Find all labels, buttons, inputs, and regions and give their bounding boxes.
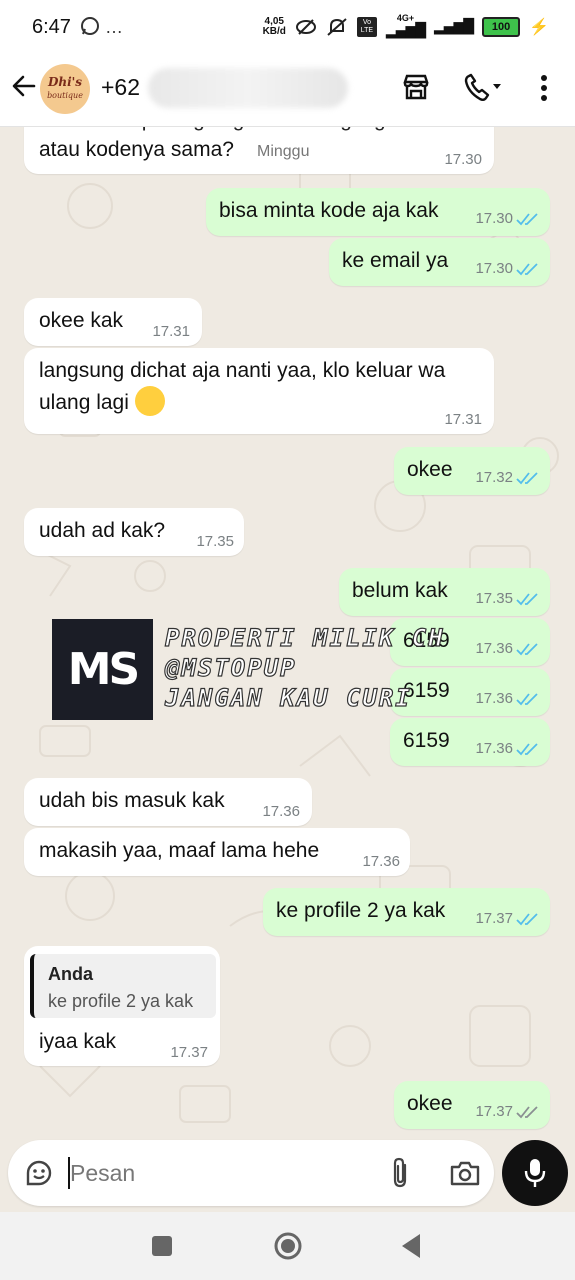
message-incoming[interactable]: udah ad kak? 17.35 bbox=[24, 508, 244, 556]
redacted-name bbox=[148, 68, 348, 108]
message-time: 17.31 bbox=[152, 323, 190, 340]
message-time: 17.37 bbox=[475, 1103, 540, 1120]
message-outgoing[interactable]: ke email ya 17.30 bbox=[329, 238, 550, 286]
message-time: 17.37 bbox=[475, 910, 540, 927]
more-notifications: … bbox=[105, 17, 124, 37]
message-text: ulang lagi bbox=[39, 386, 165, 419]
message-incoming-reply[interactable]: Anda ke profile 2 ya kak iyaa kak 17.37 bbox=[24, 946, 220, 1066]
signal-icon-2: ▂▄▆█ bbox=[434, 18, 474, 35]
message-outgoing[interactable]: bisa minta kode aja kak 17.30 bbox=[206, 188, 550, 236]
shop-icon[interactable] bbox=[401, 72, 431, 102]
message-text: iyaa kak bbox=[39, 1030, 117, 1053]
recents-square-icon[interactable] bbox=[152, 1236, 172, 1256]
watermark-text: PROPERTI MILIK CH @MSTOPUP JANGAN KAU CU… bbox=[164, 623, 445, 712]
message-time: 17.30 bbox=[444, 151, 482, 168]
message-time: 17.30 bbox=[475, 210, 540, 227]
message-text: makasih yaa, maaf lama hehe bbox=[39, 839, 320, 862]
link-icon bbox=[295, 18, 316, 35]
charging-icon: ⚡ bbox=[529, 18, 549, 36]
read-ticks-icon bbox=[516, 213, 538, 226]
delivered-ticks-icon bbox=[516, 1106, 538, 1119]
message-time: 17.30 bbox=[475, 260, 540, 277]
message-text: ke email ya bbox=[342, 249, 449, 272]
message-time: 17.36 bbox=[362, 853, 400, 870]
signal-icon-1: ▂▄▆█ bbox=[385, 23, 426, 39]
message-text: udah ad kak? bbox=[39, 519, 166, 542]
message-text: udah bis masuk kak bbox=[39, 789, 225, 812]
message-composer: Pesan bbox=[8, 1140, 494, 1206]
message-time: 17.37 bbox=[170, 1044, 208, 1061]
message-time: 17.36 bbox=[475, 640, 540, 657]
message-outgoing[interactable]: belum kak 17.35 bbox=[339, 568, 550, 616]
sticker-icon[interactable] bbox=[24, 1158, 54, 1188]
back-arrow-icon[interactable] bbox=[10, 72, 38, 100]
message-text: langsung dichat aja nanti yaa, klo kelua… bbox=[39, 359, 446, 382]
read-ticks-icon bbox=[516, 693, 538, 706]
quoted-message[interactable]: Anda ke profile 2 ya kak bbox=[30, 954, 216, 1018]
message-time: 17.32 bbox=[475, 469, 540, 486]
message-incoming[interactable]: langsung dichat aja nanti yaa, klo kelua… bbox=[24, 348, 494, 434]
net-speed: 4,05 KB/d bbox=[262, 15, 286, 37]
message-incoming[interactable]: makasih yaa, maaf lama hehe 17.36 bbox=[24, 828, 410, 876]
message-time: 17.31 bbox=[444, 411, 482, 428]
message-outgoing[interactable]: ke profile 2 ya kak 17.37 bbox=[263, 888, 550, 936]
camera-icon[interactable] bbox=[449, 1159, 481, 1187]
message-outgoing[interactable]: 6159 17.36 bbox=[390, 718, 550, 766]
battery-icon: 100 bbox=[482, 16, 521, 37]
watermark-logo: MS bbox=[52, 619, 153, 720]
quoted-text: ke profile 2 ya kak bbox=[48, 991, 194, 1011]
status-time: 6:47 bbox=[32, 16, 71, 38]
message-text: belum kak bbox=[352, 579, 448, 602]
message-text: atau kodenya sama? bbox=[39, 138, 234, 161]
message-day-label: Minggu bbox=[257, 143, 310, 160]
read-ticks-icon bbox=[516, 913, 538, 926]
whatsapp-notification-icon bbox=[81, 17, 99, 35]
chat-header: Dhi's boutique +62 bbox=[0, 54, 575, 127]
status-bar: 6:47 … 4,05 KB/d Vo LTE 4G+ ▂▄▆█ ▂▄▆█ 10… bbox=[0, 0, 575, 54]
mic-icon bbox=[524, 1159, 546, 1187]
message-text: ke profile 2 ya kak bbox=[276, 899, 446, 922]
read-ticks-icon bbox=[516, 643, 538, 656]
message-text: okee bbox=[407, 458, 453, 481]
mute-icon bbox=[327, 17, 347, 36]
message-outgoing[interactable]: okee 17.32 bbox=[394, 447, 550, 495]
avatar[interactable]: Dhi's boutique bbox=[40, 64, 90, 114]
status-icons: 4,05 KB/d Vo LTE 4G+ ▂▄▆█ ▂▄▆█ 100 ⚡ bbox=[262, 13, 549, 40]
message-time: 17.35 bbox=[196, 533, 234, 550]
message-time: 17.35 bbox=[475, 590, 540, 607]
more-vertical-icon[interactable] bbox=[534, 72, 554, 104]
message-incoming[interactable]: okee kak 17.31 bbox=[24, 298, 202, 346]
message-time: 17.36 bbox=[262, 803, 300, 820]
message-time: 17.36 bbox=[475, 740, 540, 757]
read-ticks-icon bbox=[516, 593, 538, 606]
volte-badge: Vo LTE bbox=[356, 16, 377, 37]
message-time: 17.36 bbox=[475, 690, 540, 707]
message-text: okee bbox=[407, 1092, 453, 1115]
read-ticks-icon bbox=[516, 472, 538, 485]
contact-name[interactable]: +62 bbox=[101, 74, 140, 101]
phone-icon[interactable] bbox=[463, 72, 505, 104]
attach-icon[interactable] bbox=[388, 1156, 412, 1190]
network-type: 4G+ ▂▄▆█ bbox=[385, 13, 426, 40]
crying-face-emoji-icon bbox=[134, 386, 165, 417]
read-ticks-icon bbox=[516, 263, 538, 276]
message-input[interactable]: Pesan bbox=[70, 1160, 135, 1187]
home-circle-icon[interactable] bbox=[273, 1231, 303, 1261]
mic-button[interactable] bbox=[502, 1140, 568, 1206]
system-navbar bbox=[0, 1212, 575, 1280]
message-text: bisa minta kode aja kak bbox=[219, 199, 439, 222]
quoted-author: Anda bbox=[48, 964, 93, 984]
notification-icons: … bbox=[80, 16, 123, 38]
message-text: 6159 bbox=[403, 729, 450, 752]
back-triangle-icon[interactable] bbox=[400, 1233, 422, 1259]
read-ticks-icon bbox=[516, 743, 538, 756]
message-outgoing[interactable]: okee 17.37 bbox=[394, 1081, 550, 1129]
message-incoming[interactable]: udah bis masuk kak 17.36 bbox=[24, 778, 312, 826]
message-text: okee kak bbox=[39, 309, 124, 332]
